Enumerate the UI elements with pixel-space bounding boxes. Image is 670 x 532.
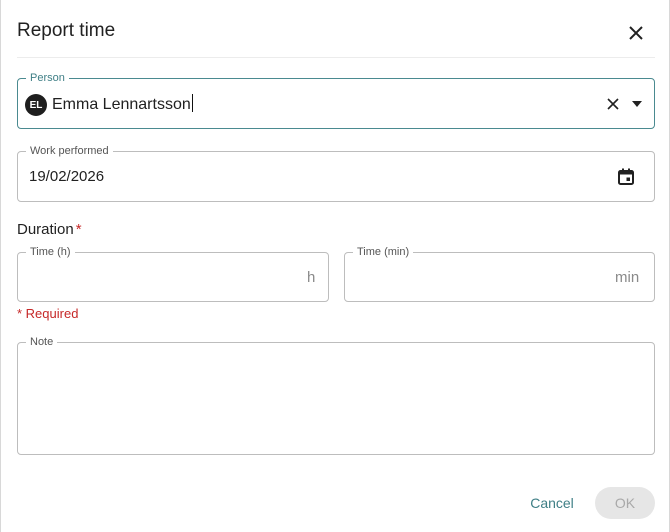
- chevron-down-icon: [632, 101, 642, 107]
- required-mark: *: [75, 221, 82, 238]
- report-time-dialog: Report time Person EL Emma Lennartsson W…: [0, 0, 670, 532]
- work-performed-field[interactable]: Work performed 19/02/2026: [17, 145, 655, 202]
- calendar-button[interactable]: [615, 165, 637, 187]
- hours-suffix: h: [307, 269, 316, 286]
- header-divider: [17, 57, 655, 58]
- time-hours-field[interactable]: Time (h) h: [17, 246, 329, 302]
- note-field[interactable]: Note: [17, 336, 655, 455]
- person-value: Emma Lennartsson: [52, 96, 191, 113]
- clear-icon: [607, 98, 619, 110]
- duration-label: Duration *: [17, 221, 82, 238]
- close-icon: [629, 26, 643, 40]
- work-performed-label: Work performed: [26, 145, 113, 158]
- work-performed-value[interactable]: 19/02/2026: [29, 168, 104, 185]
- cancel-button[interactable]: Cancel: [521, 488, 583, 518]
- dialog-title: Report time: [17, 20, 116, 41]
- calendar-icon: [618, 168, 634, 185]
- person-field[interactable]: Person EL Emma Lennartsson: [17, 72, 655, 129]
- time-minutes-label: Time (min): [353, 246, 414, 259]
- time-minutes-field[interactable]: Time (min) min: [344, 246, 655, 302]
- ok-button[interactable]: OK: [595, 487, 655, 519]
- person-input[interactable]: Emma Lennartsson: [52, 94, 193, 114]
- text-cursor: [191, 94, 193, 112]
- required-error: * Required: [17, 306, 79, 321]
- avatar: EL: [25, 94, 47, 116]
- minutes-suffix: min: [615, 269, 640, 286]
- close-button[interactable]: [623, 20, 649, 46]
- time-hours-label: Time (h): [26, 246, 75, 259]
- person-dropdown-button[interactable]: [628, 95, 646, 113]
- person-label: Person: [26, 72, 69, 85]
- note-label: Note: [26, 336, 58, 349]
- clear-person-button[interactable]: [604, 95, 622, 113]
